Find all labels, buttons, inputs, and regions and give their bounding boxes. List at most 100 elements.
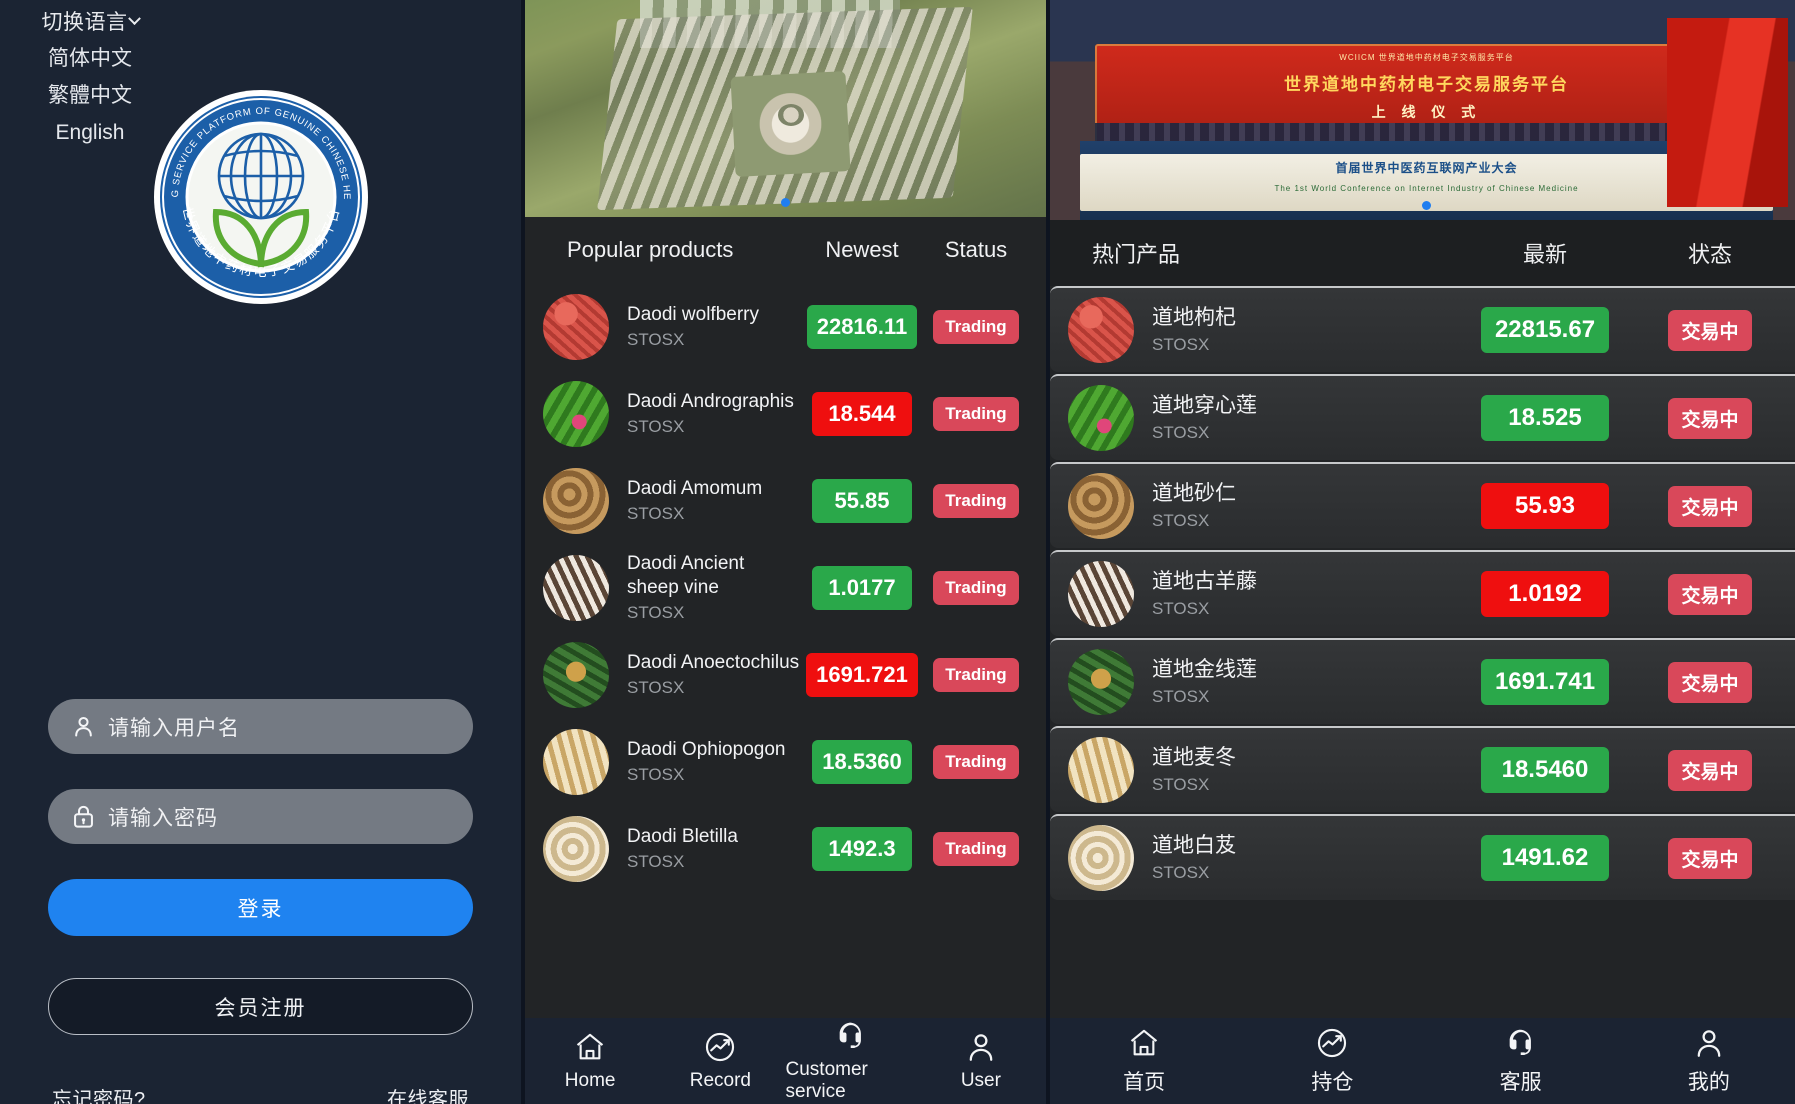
product-name: 道地麦冬: [1152, 745, 1236, 769]
headset-icon: [834, 1019, 868, 1053]
product-price: 18.525: [1481, 395, 1609, 441]
tab-chart-circle[interactable]: 持仓: [1238, 1026, 1426, 1096]
product-price-cell: 18.525: [1455, 395, 1635, 441]
product-name: Daodi wolfberry: [627, 303, 759, 325]
tab-chart-circle[interactable]: Record: [655, 1030, 785, 1092]
table-row[interactable]: Daodi Amomum STOSX 55.85 Trading: [525, 457, 1046, 544]
hero-carousel-en[interactable]: [525, 0, 1046, 217]
online-support-link[interactable]: 在线客服: [387, 1083, 469, 1104]
status-badge: 交易中: [1668, 309, 1752, 351]
product-name-cell: Daodi Andrographis STOSX: [609, 390, 800, 438]
tab-label: 客服: [1499, 1071, 1542, 1094]
status-badge: Trading: [933, 570, 1019, 605]
forgot-password-link[interactable]: 忘记密码?: [52, 1083, 146, 1104]
tab-person[interactable]: 我的: [1615, 1026, 1795, 1096]
product-name: Daodi Ancient sheep vine: [627, 552, 745, 598]
tab-headset[interactable]: 客服: [1427, 1026, 1615, 1096]
product-price: 22816.11: [806, 304, 918, 349]
status-badge: Trading: [933, 483, 1019, 518]
product-status-cell: 交易中: [1635, 309, 1785, 351]
product-price-cell: 55.85: [800, 478, 924, 523]
carousel-dot-active[interactable]: [1422, 201, 1431, 210]
brand-logo-wrapper: WORLD E-TRADING SERVICE PLATFORM OF GENU…: [0, 88, 521, 306]
table-row[interactable]: Daodi Ancient sheep vine STOSX 1.0177 Tradi…: [525, 544, 1046, 631]
product-status-cell: 交易中: [1635, 573, 1785, 615]
status-badge: Trading: [933, 657, 1019, 692]
product-status-cell: 交易中: [1635, 397, 1785, 439]
tab-headset[interactable]: Customer service: [786, 1019, 916, 1103]
product-price-cell: 1691.721: [800, 652, 924, 697]
status-badge: Trading: [933, 309, 1019, 344]
username-field[interactable]: 请输入用户名: [48, 699, 473, 754]
language-option-simplified[interactable]: 简体中文: [10, 40, 170, 77]
status-badge: Trading: [933, 396, 1019, 431]
table-row[interactable]: Daodi Anoectochilus STOSX 1691.721 Trading: [525, 631, 1046, 718]
product-price-cell: 18.5460: [1455, 747, 1635, 793]
table-row[interactable]: Daodi Bletilla STOSX 1492.3 Trading: [525, 805, 1046, 892]
tab-home[interactable]: Home: [525, 1030, 655, 1092]
register-button[interactable]: 会员注册: [48, 978, 473, 1035]
login-form: 请输入用户名 请输入密码 登录 会员注册 忘记密码? 在线客服: [48, 699, 473, 1104]
status-badge: Trading: [933, 831, 1019, 866]
table-row[interactable]: 道地古羊藤 STOSX 1.0192 交易中: [1050, 550, 1795, 636]
product-name-cell: 道地金线莲 STOSX: [1134, 657, 1455, 707]
table-row[interactable]: 道地麦冬 STOSX 18.5460 交易中: [1050, 726, 1795, 812]
product-status-cell: 交易中: [1635, 661, 1785, 703]
column-header-price: 最新: [1522, 242, 1567, 267]
hero-banner-line2: 世界道地中药材电子交易服务平台: [1283, 75, 1569, 95]
tab-label: 持仓: [1311, 1071, 1354, 1094]
carousel-dots-cn[interactable]: [1050, 201, 1795, 210]
hero-banner-line3: 上 线 仪 式: [1371, 103, 1482, 120]
product-status-cell: Trading: [924, 657, 1028, 692]
brand-logo: WORLD E-TRADING SERVICE PLATFORM OF GENU…: [152, 88, 370, 306]
table-row[interactable]: 道地白芨 STOSX 1491.62 交易中: [1050, 814, 1795, 900]
headset-icon: [1504, 1026, 1538, 1060]
product-name: Daodi Andrographis: [627, 390, 794, 412]
table-row[interactable]: Daodi wolfberry STOSX 22816.11 Trading: [525, 283, 1046, 370]
table-row[interactable]: 道地金线莲 STOSX 1691.741 交易中: [1050, 638, 1795, 724]
product-price-cell: 1.0177: [800, 565, 924, 610]
status-badge: 交易中: [1668, 837, 1752, 879]
product-code: STOSX: [627, 603, 685, 623]
table-row[interactable]: 道地砂仁 STOSX 55.93 交易中: [1050, 462, 1795, 548]
product-thumbnail: [543, 641, 609, 708]
status-badge: 交易中: [1668, 573, 1752, 615]
product-price-cell: 55.93: [1455, 483, 1635, 529]
product-price: 22815.67: [1481, 307, 1609, 353]
tab-person[interactable]: User: [916, 1030, 1046, 1092]
language-switcher-header[interactable]: 切换语言: [10, 4, 170, 40]
product-status-cell: Trading: [924, 570, 1028, 605]
product-code: STOSX: [627, 765, 685, 785]
table-row[interactable]: 道地穿心莲 STOSX 18.525 交易中: [1050, 374, 1795, 460]
product-thumbnail: [1068, 825, 1134, 891]
product-price-cell: 1691.741: [1455, 659, 1635, 705]
product-name-cell: 道地古羊藤 STOSX: [1134, 569, 1455, 619]
bottom-tabbar-en[interactable]: Home Record Customer service User: [525, 1018, 1046, 1104]
column-header-status: Status: [944, 237, 1008, 262]
product-thumbnail: [1068, 737, 1134, 803]
carousel-dot-active[interactable]: [781, 198, 790, 207]
table-row[interactable]: 道地枸杞 STOSX 22815.67 交易中: [1050, 286, 1795, 372]
product-price: 18.5360: [812, 739, 912, 784]
table-row[interactable]: Daodi Ophiopogon STOSX 18.5360 Trading: [525, 718, 1046, 805]
status-badge: 交易中: [1668, 749, 1752, 791]
login-button[interactable]: 登录: [48, 879, 473, 936]
product-name-cell: 道地穿心莲 STOSX: [1134, 393, 1455, 443]
product-name: 道地枸杞: [1152, 305, 1236, 329]
product-thumbnail: [543, 380, 609, 447]
carousel-dots-en[interactable]: [525, 198, 1046, 207]
status-badge: 交易中: [1668, 397, 1752, 439]
product-name: Daodi Bletilla: [627, 825, 738, 847]
hero-carousel-cn[interactable]: WCIICM 世界道地中药材电子交易服务平台 世界道地中药材电子交易服务平台 上…: [1050, 0, 1795, 220]
product-code: STOSX: [627, 330, 685, 350]
product-price-cell: 1492.3: [800, 826, 924, 871]
product-name-cell: 道地白芨 STOSX: [1134, 833, 1455, 883]
password-field[interactable]: 请输入密码: [48, 789, 473, 844]
product-status-cell: 交易中: [1635, 485, 1785, 527]
tab-home[interactable]: 首页: [1050, 1026, 1238, 1096]
tab-label: Record: [689, 1070, 751, 1091]
tab-label: Home: [564, 1070, 616, 1091]
bottom-tabbar-cn[interactable]: 首页 持仓 客服 我的: [1050, 1018, 1795, 1104]
product-status-cell: 交易中: [1635, 749, 1785, 791]
table-row[interactable]: Daodi Andrographis STOSX 18.544 Trading: [525, 370, 1046, 457]
